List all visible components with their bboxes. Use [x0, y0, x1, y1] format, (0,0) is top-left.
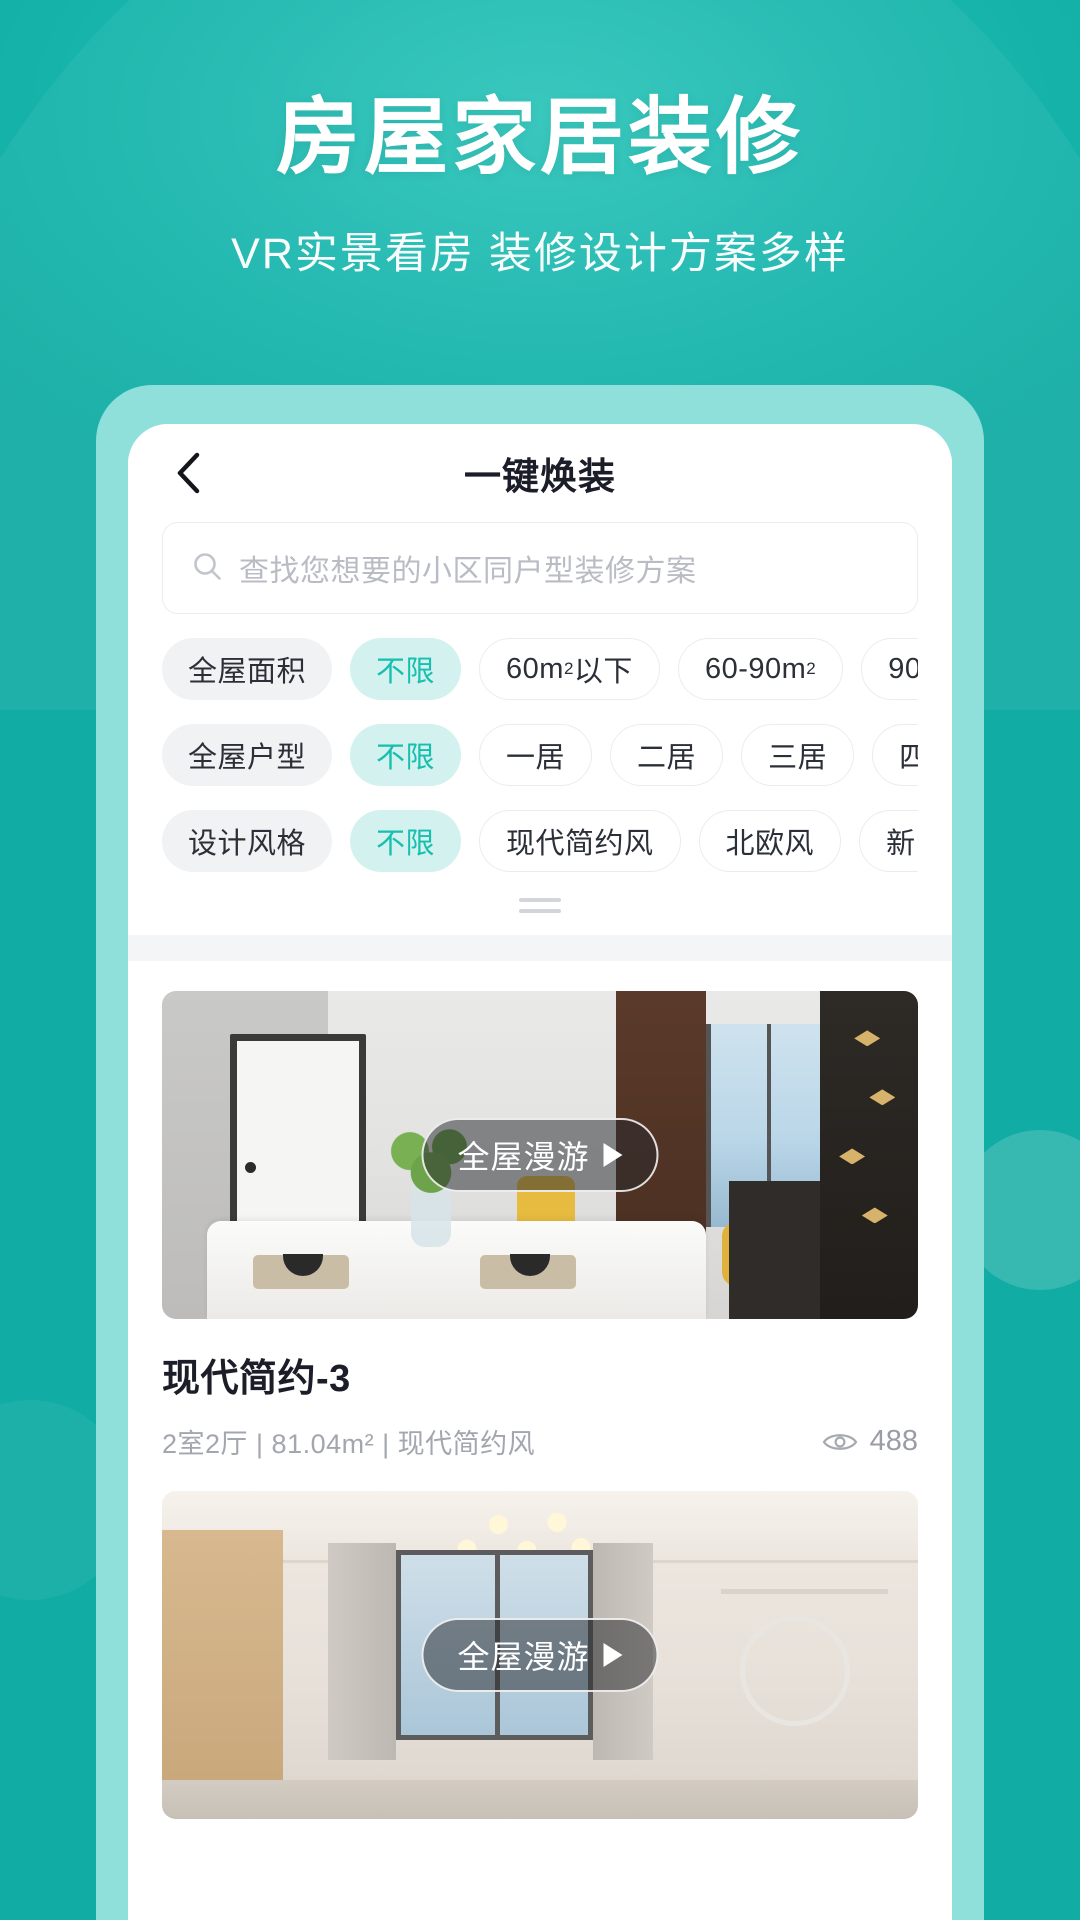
plan-thumbnail[interactable]: 全屋漫游 [162, 1491, 918, 1819]
filter-option-area-0[interactable]: 不限 [350, 638, 462, 700]
hero-section: 房屋家居装修 VR实景看房 装修设计方案多样 [0, 92, 1080, 281]
back-button[interactable] [158, 443, 218, 503]
eye-icon [822, 1433, 857, 1450]
search-placeholder: 查找您想要的小区同户型装修方案 [239, 555, 697, 588]
filter-option-style-0[interactable]: 不限 [350, 810, 462, 872]
filter-label-layout: 全屋户型 [162, 724, 333, 786]
roam-label: 全屋漫游 [457, 1639, 590, 1675]
plan-card[interactable]: 全屋漫游 现代简约-3 2室2厅 | 81.04m² | 现代简约风 488 [162, 961, 918, 1461]
plan-card-list: 全屋漫游 现代简约-3 2室2厅 | 81.04m² | 现代简约风 488 全… [128, 961, 952, 1819]
sheet-handle[interactable] [128, 872, 952, 935]
filter-row-layout: 全屋户型 不限 一居 二居 三居 四居 四居+ [162, 724, 918, 786]
plan-card[interactable]: 全屋漫游 [162, 1461, 918, 1819]
chevron-left-icon [177, 452, 200, 494]
roam-button[interactable]: 全屋漫游 [421, 1618, 659, 1692]
filter-option-layout-1[interactable]: 一居 [479, 724, 593, 786]
filter-label-style: 设计风格 [162, 810, 333, 872]
filter-option-style-3[interactable]: 新中式风 [859, 810, 918, 872]
play-icon [603, 1143, 623, 1167]
phone-screen: 一键焕装 查找您想要的小区同户型装修方案 全屋面积 不限 60m 2 以下 60-9… [128, 424, 952, 1920]
filter-label-area: 全屋面积 [162, 638, 333, 700]
filter-option-style-2[interactable]: 北欧风 [698, 810, 842, 872]
filter-panel: 查找您想要的小区同户型装修方案 全屋面积 不限 60m 2 以下 60-90m 2 9… [128, 522, 952, 872]
filter-row-area: 全屋面积 不限 60m2以下 60-90m2 90-120m2 [162, 638, 918, 700]
app-title: 一键焕装 [464, 456, 616, 497]
filter-option-area-3[interactable]: 90-120m2 [861, 638, 918, 700]
filter-option-style-1[interactable]: 现代简约风 [479, 810, 681, 872]
roam-label: 全屋漫游 [457, 1139, 590, 1175]
plan-views: 488 [822, 1425, 918, 1458]
search-icon [191, 550, 223, 587]
plan-meta: 2室2厅 | 81.04m² | 现代简约风 [162, 1429, 536, 1459]
plan-title: 现代简约-3 [162, 1358, 351, 1400]
filter-option-layout-4[interactable]: 四居 [872, 724, 918, 786]
filter-option-area-1[interactable]: 60m 2 以下 [479, 638, 660, 700]
play-icon [603, 1643, 623, 1667]
plan-meta-row: 2室2厅 | 81.04m² | 现代简约风 488 [162, 1422, 918, 1461]
handle-bar-top [519, 898, 561, 902]
page-title: 房屋家居装修 [275, 90, 804, 184]
plan-views-count: 488 [869, 1425, 918, 1457]
filter-option-layout-2[interactable]: 二居 [610, 724, 724, 786]
search-bar[interactable]: 查找您想要的小区同户型装修方案 [162, 522, 918, 614]
roam-button[interactable]: 全屋漫游 [421, 1118, 659, 1192]
filter-row-style: 设计风格 不限 现代简约风 北欧风 新中式风 法式风 [162, 810, 918, 872]
plan-thumbnail[interactable]: 全屋漫游 [162, 991, 918, 1319]
handle-bar-bottom [519, 909, 561, 913]
filter-option-area-2[interactable]: 60-90m 2 [677, 638, 844, 700]
filter-option-layout-0[interactable]: 不限 [350, 724, 462, 786]
section-divider [128, 935, 952, 961]
page-subtitle: VR实景看房 装修设计方案多样 [231, 229, 849, 278]
filter-option-layout-3[interactable]: 三居 [741, 724, 855, 786]
app-header: 一键焕装 [128, 424, 952, 522]
drag-handle-icon[interactable] [519, 898, 561, 913]
